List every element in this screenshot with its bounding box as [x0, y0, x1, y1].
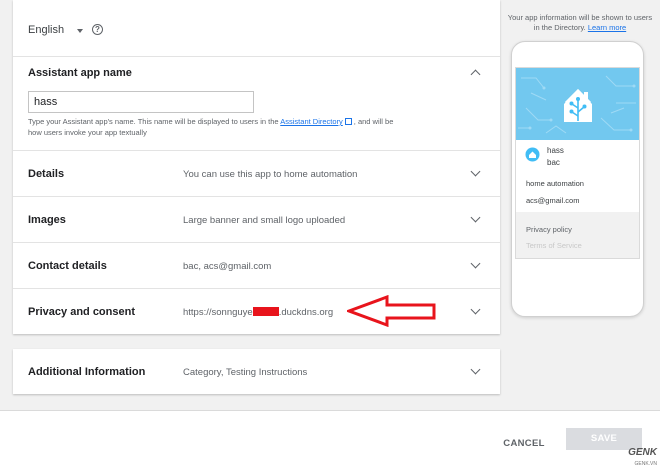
open-in-new-icon[interactable] [344, 118, 352, 125]
cancel-button[interactable]: CANCEL [496, 433, 552, 455]
section-contact-details[interactable]: Contact details bac, acs@gmail.com [13, 243, 500, 289]
privacy-policy-link[interactable]: Privacy policy [526, 225, 572, 234]
section-assistant-app-name: Assistant app name hass Type your Assist… [13, 57, 500, 151]
section-title: Details [28, 168, 65, 180]
chevron-down-icon[interactable] [470, 212, 481, 223]
language-row: English ? [13, 0, 500, 57]
preview-footer: Privacy policy Terms of Service [516, 212, 639, 258]
preview-note: Your app information will be shown to us… [507, 13, 653, 32]
section-value: Large banner and small logo uploaded [183, 215, 346, 226]
annotation-arrow-icon [347, 295, 436, 327]
language-select[interactable]: English [28, 24, 64, 36]
chevron-down-icon[interactable] [470, 304, 481, 315]
app-name-help-text: Type your Assistant app's name. This nam… [28, 117, 394, 137]
action-footer: CANCEL SAVE GENK GENK.VN [0, 410, 660, 471]
section-value: Category, Testing Instructions [183, 367, 308, 378]
chevron-up-icon[interactable] [470, 69, 481, 80]
chevron-down-icon[interactable] [470, 364, 481, 375]
assistant-directory-link[interactable]: Assistant Directory [280, 117, 343, 126]
redaction-block [252, 307, 279, 316]
app-banner [516, 68, 639, 140]
app-logo-icon [525, 147, 540, 162]
section-value: bac, acs@gmail.com [183, 261, 272, 272]
preview-email: acs@gmail.com [526, 196, 580, 205]
section-value: You can use this app to home automation [183, 169, 358, 180]
circuit-pattern-icon [518, 75, 636, 134]
section-title: Images [28, 214, 66, 226]
genk-watermark-site: GENK.VN [634, 461, 657, 467]
chevron-down-icon[interactable] [470, 166, 481, 177]
directory-preview-screen: hass bac home automation acs@gmail.com P… [515, 67, 640, 259]
privacy-url: https://sonnguye .duckdns.org [183, 307, 334, 318]
section-details[interactable]: Details You can use this app to home aut… [13, 151, 500, 197]
caret-down-icon[interactable] [77, 29, 83, 33]
app-name-input[interactable]: hass [28, 91, 254, 113]
app-info-card: English ? Assistant app name hass Type y… [13, 0, 500, 334]
help-circle-icon[interactable]: ? [92, 24, 103, 35]
learn-more-link[interactable]: Learn more [588, 23, 626, 32]
genk-watermark: GENK [628, 447, 657, 458]
preview-app-name: hass [547, 146, 564, 155]
terms-of-service-link[interactable]: Terms of Service [526, 241, 582, 250]
section-title: Additional Information [28, 366, 146, 378]
section-images[interactable]: Images Large banner and small logo uploa… [13, 197, 500, 243]
section-title: Privacy and consent [28, 306, 135, 318]
chevron-down-icon[interactable] [470, 258, 481, 269]
section-title: Assistant app name [28, 67, 132, 79]
preview-description: home automation [526, 179, 584, 188]
preview-app-subtitle: bac [547, 158, 560, 167]
section-title: Contact details [28, 260, 107, 272]
section-additional-information[interactable]: Additional Information Category, Testing… [13, 349, 500, 394]
